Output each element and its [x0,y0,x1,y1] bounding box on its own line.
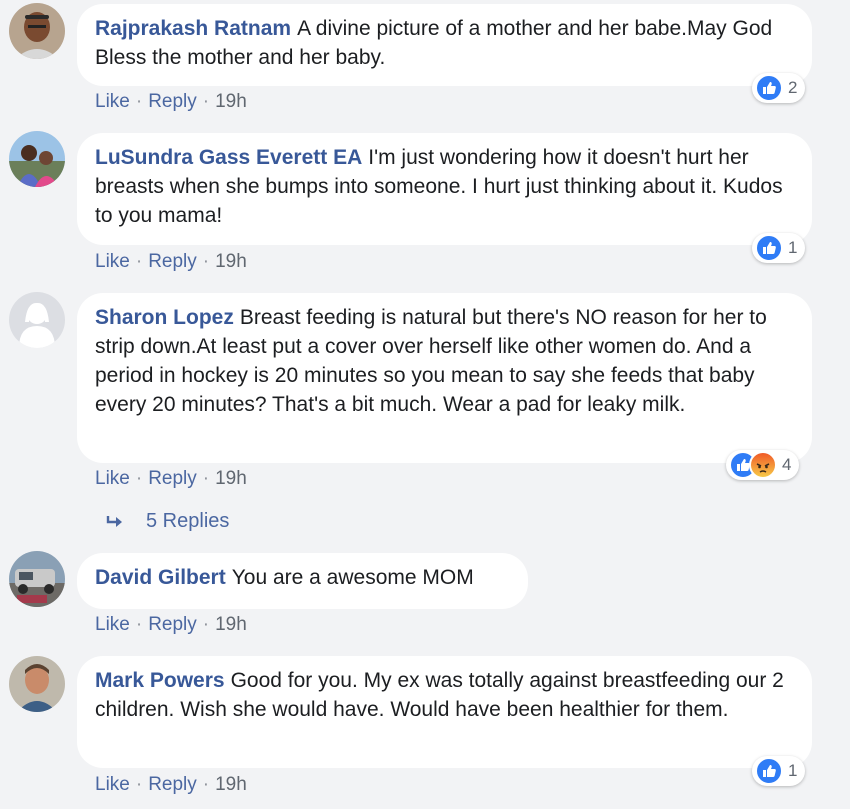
like-link[interactable]: Like [95,468,130,489]
comment-actions: Like · Reply · 19h [95,468,247,489]
comment-bubble: LuSundra Gass Everett EA I'm just wonderi… [77,133,812,245]
reply-link[interactable]: Reply [148,251,197,272]
avatar[interactable] [9,551,65,607]
reaction-count: 2 [788,78,798,97]
comment-author[interactable]: David Gilbert [95,566,226,589]
angry-icon [749,451,777,479]
reply-arrow-icon [106,515,122,527]
comment-author[interactable]: Mark Powers [95,669,225,692]
comment-author[interactable]: LuSundra Gass Everett EA [95,146,362,169]
reaction-count: 1 [788,238,798,257]
comment-timestamp[interactable]: 19h [215,251,247,272]
like-link[interactable]: Like [95,614,130,635]
avatar[interactable] [9,656,65,712]
like-link[interactable]: Like [95,91,130,112]
reply-link[interactable]: Reply [148,774,197,795]
like-link[interactable]: Like [95,774,130,795]
reaction-summary[interactable]: 1 [752,233,806,263]
comment-author[interactable]: Rajprakash Ratnam [95,17,291,40]
reaction-summary[interactable]: 1 [752,756,806,786]
comment-bubble: Rajprakash Ratnam A divine picture of a m… [77,4,812,86]
comment-actions: Like · Reply · 19h [95,91,247,112]
comment-bubble: David Gilbert You are a awesome MOM [77,553,528,609]
reply-link[interactable]: Reply [148,468,197,489]
avatar[interactable] [9,292,65,348]
reaction-summary[interactable]: 2 [752,73,806,103]
comment-text: You are a awesome MOM [231,566,474,589]
reaction-count: 4 [782,455,792,474]
replies-count[interactable]: 5 Replies [146,510,229,533]
comment-author[interactable]: Sharon Lopez [95,306,234,329]
reaction-count: 1 [788,761,798,780]
like-link[interactable]: Like [95,251,130,272]
comment-bubble: Sharon Lopez Breast feeding is natural bu… [77,293,812,463]
like-icon [755,757,783,785]
avatar[interactable] [9,131,65,187]
comment-timestamp[interactable]: 19h [215,614,247,635]
like-icon [755,234,783,262]
comment-timestamp[interactable]: 19h [215,774,247,795]
reply-link[interactable]: Reply [148,614,197,635]
like-icon [755,74,783,102]
comment-bubble: Mark Powers Good for you. My ex was total… [77,656,812,768]
comment-actions: Like · Reply · 19h [95,614,247,635]
comment-actions: Like · Reply · 19h [95,251,247,272]
reaction-summary[interactable]: 4 [726,450,800,480]
comment-actions: Like · Reply · 19h [95,774,247,795]
avatar[interactable] [9,3,65,59]
reply-link[interactable]: Reply [148,91,197,112]
comment-timestamp[interactable]: 19h [215,91,247,112]
view-replies-link[interactable]: 5 Replies [106,510,229,533]
comment-timestamp[interactable]: 19h [215,468,247,489]
